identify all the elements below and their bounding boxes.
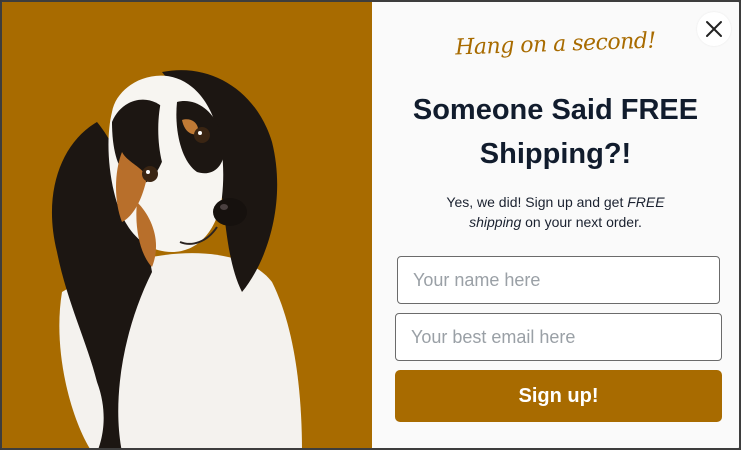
dog-photo bbox=[2, 2, 372, 448]
kicker-text: Hang on a second! bbox=[454, 28, 657, 61]
signup-button[interactable]: Sign up! bbox=[395, 370, 722, 422]
email-field[interactable] bbox=[395, 313, 722, 361]
offer-text-suffix: on your next order. bbox=[521, 214, 642, 230]
dog-photo-panel bbox=[2, 2, 372, 448]
signup-form-panel: Hang on a second! Someone Said FREE Ship… bbox=[372, 2, 739, 448]
name-field[interactable] bbox=[397, 256, 720, 304]
signup-popup: Hang on a second! Someone Said FREE Ship… bbox=[0, 0, 741, 450]
offer-text-prefix: Yes, we did! Sign up and get bbox=[446, 194, 628, 210]
offer-description: Yes, we did! Sign up and get FREE shippi… bbox=[432, 192, 679, 232]
page-title: Someone Said FREE Shipping?! bbox=[412, 94, 699, 170]
